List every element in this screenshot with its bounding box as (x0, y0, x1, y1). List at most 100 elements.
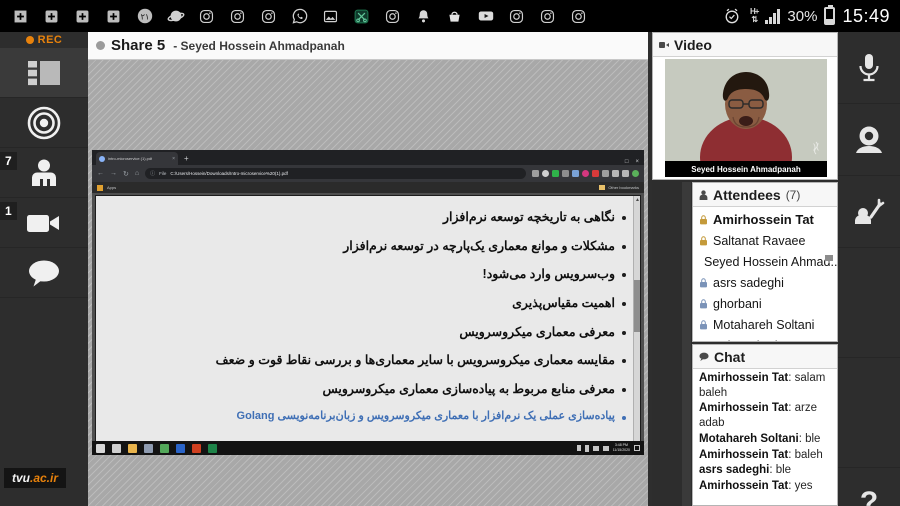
extension-icon-10[interactable] (622, 170, 629, 177)
attendee-row[interactable]: asrs sadeghi (693, 272, 837, 293)
window-maximize-button[interactable]: □ (625, 159, 629, 165)
video-tile[interactable]: Seyed Hossein Ahmadpanah (665, 59, 827, 177)
bullet-text: مشکلات و موانع معماری یک‌پارچه در توسعه … (343, 238, 615, 253)
attendee-row[interactable]: Zahra Abed (693, 335, 837, 341)
persian-21-icon: ۲۱ (134, 6, 155, 27)
status-bar-notification-icons: ۲۱ (0, 6, 722, 27)
pdf-scrollbar[interactable]: ▲ ▼ (633, 196, 640, 452)
taskbar-clock[interactable]: 3:48 PM 11/15/2020 (613, 443, 630, 452)
recording-indicator: REC (0, 32, 88, 48)
left-toolbar: REC 7 1 tvu.ac.ir (0, 32, 88, 506)
attendee-row[interactable]: Seyed Hossein Ahmad... (693, 251, 837, 272)
attendee-row[interactable]: Motahareh Soltani (693, 314, 837, 335)
scroll-up-arrow-icon[interactable]: ▲ (635, 197, 640, 203)
extension-icon-4[interactable] (562, 170, 569, 177)
window-close-button[interactable]: × (635, 159, 639, 165)
sidebar-item-chat[interactable] (0, 248, 88, 298)
settings-taskbar-icon[interactable] (144, 443, 153, 453)
video-panel-title: Video (674, 36, 712, 53)
share-panel-header: Share 5 - Seyed Hossein Ahmadpanah (88, 32, 648, 60)
browser-tab[interactable]: intro-microservice (1).pdf × (96, 152, 178, 165)
start-button-icon[interactable] (96, 443, 105, 453)
task-view-icon[interactable] (112, 443, 121, 453)
home-icon[interactable]: ⌂ (135, 170, 139, 178)
app-root: ۲۱ H+ ⇅ 30% 15:49 REC 7 1 tvu.ac.ir Shar… (0, 0, 900, 506)
chat-message: Amirhossein Tat: yes (699, 480, 813, 493)
taskbar-tray: 3:48 PM 11/15/2020 (576, 443, 640, 452)
slide-bullet-highlighted: پیاده‌سازی عملی یک نرم‌افزار با معماری م… (96, 410, 626, 424)
toolbar-item-raise-hand[interactable] (838, 176, 900, 248)
extension-icon-1[interactable] (532, 170, 539, 177)
apps-icon[interactable] (97, 184, 103, 191)
sidebar-item-layout[interactable] (0, 48, 88, 98)
sidebar-item-webcams[interactable]: 1 (0, 198, 88, 248)
acrobat-taskbar-icon[interactable] (192, 443, 201, 453)
extension-icon-3[interactable] (552, 170, 559, 177)
address-bar[interactable]: ⓘ File C:/Users/Hossein/Downloads/Intro-… (145, 168, 526, 179)
attendee-row[interactable]: ghorbani (693, 293, 837, 314)
bookmark-apps-label[interactable]: Apps (107, 185, 116, 190)
chat-text: ble (805, 432, 821, 445)
video-feed (665, 59, 827, 177)
profile-avatar-icon[interactable] (632, 170, 639, 177)
excel-taskbar-icon[interactable] (208, 443, 217, 453)
panel-scroll-gutter[interactable] (682, 182, 691, 506)
chat-sender: Amirhossein Tat (699, 402, 789, 415)
basket-icon (444, 6, 465, 27)
gallery-icon (320, 6, 341, 27)
reload-icon[interactable]: ↻ (123, 170, 129, 178)
instagram-icon-3 (258, 6, 279, 27)
attendee-row[interactable]: Saltanat Ravaee (693, 230, 837, 251)
slide-bullet: نگاهی به تاریخچه توسعه نرم‌افزار (96, 210, 626, 226)
tray-volume-icon[interactable] (602, 445, 609, 451)
share-status-dot-icon (96, 41, 105, 50)
bullet-dot-icon (622, 387, 626, 392)
keypad-plus-icon-4 (103, 6, 124, 27)
chat-sender: Motahareh Soltani (699, 432, 799, 445)
extension-icon-2[interactable] (542, 170, 549, 177)
extension-icon-8[interactable] (602, 170, 609, 177)
tray-chevron-icon[interactable] (576, 445, 581, 451)
tab-close-icon[interactable]: × (172, 156, 175, 162)
chat-panel: Chat Amirhossein Tat: salam baleh Amirho… (692, 344, 838, 506)
svg-text:۲۱: ۲۱ (140, 12, 149, 22)
chrome-taskbar-icon[interactable] (160, 443, 169, 453)
shared-browser-window: intro-microservice (1).pdf × + □ × ← → ↻… (92, 150, 644, 455)
attendee-row[interactable]: Amirhossein Tat (693, 209, 837, 230)
browser-tab-strip: intro-microservice (1).pdf × + □ × (92, 150, 644, 165)
action-center-icon[interactable] (634, 445, 640, 451)
extension-icon-5[interactable] (572, 170, 579, 177)
chat-sender: Amirhossein Tat (699, 372, 789, 384)
bullet-dot-icon (622, 244, 626, 249)
back-icon[interactable]: ← (97, 170, 104, 178)
new-tab-button[interactable]: + (184, 153, 189, 165)
video-watermark-icon (813, 141, 819, 155)
toolbar-item-microphone[interactable] (838, 32, 900, 104)
toolbar-item-help[interactable]: ? (838, 468, 900, 506)
locked-user-icon (700, 277, 707, 287)
extension-icon-7[interactable] (592, 170, 599, 177)
locked-user-icon (700, 319, 707, 329)
extension-icon-9[interactable] (612, 170, 619, 177)
tray-network-icon[interactable] (592, 445, 599, 451)
screenshot-scissors-icon (351, 6, 372, 27)
signal-strength-icon (765, 8, 781, 24)
slide-bullet: وب‌سرویس وارد می‌شود! (96, 267, 626, 283)
toolbar-item-share-webcam[interactable] (838, 104, 900, 176)
attendees-panel-header: Attendees (7) (693, 183, 837, 207)
tray-onedrive-icon[interactable] (584, 444, 589, 452)
sidebar-item-users[interactable]: 7 (0, 148, 88, 198)
keypad-plus-icon-2 (41, 6, 62, 27)
forward-icon[interactable]: → (110, 170, 117, 178)
extension-icon-6[interactable] (582, 170, 589, 177)
sidebar-item-recording[interactable] (0, 98, 88, 148)
attendee-name: Seyed Hossein Ahmad... (704, 254, 838, 269)
other-bookmarks[interactable]: Other bookmarks (599, 185, 639, 190)
attendee-name: Amirhossein Tat (713, 212, 814, 227)
vscode-taskbar-icon[interactable] (176, 443, 185, 453)
pdf-scrollbar-thumb[interactable] (634, 280, 640, 332)
microphone-icon (859, 53, 879, 81)
locked-user-icon (700, 298, 707, 308)
file-explorer-icon[interactable] (128, 443, 137, 453)
taskbar-clock-date: 11/15/2020 (612, 448, 630, 452)
